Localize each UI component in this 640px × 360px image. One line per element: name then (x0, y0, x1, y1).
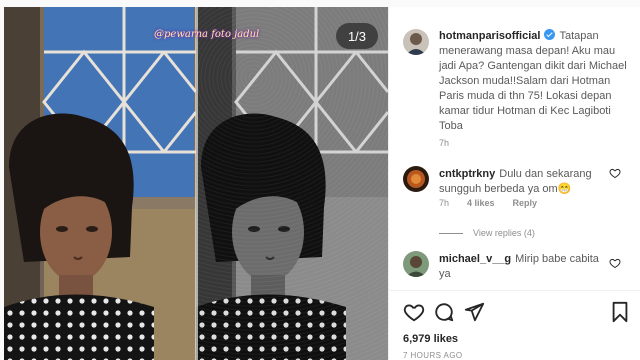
bookmark-icon[interactable] (609, 301, 631, 323)
post-timestamp: 7 HOURS AGO (403, 351, 463, 360)
comment-like-heart-icon[interactable] (609, 167, 621, 179)
comment-meta: 7h 4 likes Reply (439, 198, 537, 208)
photo-colorized (4, 7, 196, 360)
share-icon[interactable] (463, 301, 485, 323)
post-caption: hotmanparisofficial Tatapan menerawang ma… (439, 29, 629, 134)
comment-icon[interactable] (433, 301, 455, 323)
carousel-counter: 1/3 (336, 23, 378, 49)
photo-divider (195, 7, 198, 360)
comment-like-heart-icon[interactable] (609, 257, 621, 269)
comments-panel: hotmanparisofficial Tatapan menerawang ma… (388, 7, 640, 360)
post-actions: 6,979 likes 7 HOURS AGO (389, 290, 640, 360)
commenter-avatar[interactable] (403, 251, 429, 277)
comment-username[interactable]: cntkptrkny (439, 168, 495, 180)
author-username[interactable]: hotmanparisofficial (439, 30, 540, 42)
verified-badge-icon (544, 29, 556, 40)
caption-time[interactable]: 7h (439, 138, 449, 148)
author-avatar[interactable] (403, 29, 429, 55)
comment-username[interactable]: michael_v__g (439, 253, 511, 265)
caption-text: Tatapan menerawang masa depan! Aku mau j… (439, 30, 627, 132)
replies-dash (439, 232, 463, 234)
comment-likes[interactable]: 4 likes (467, 198, 495, 208)
comment-item: cntkptrkny Dulu dan sekarang sungguh berb… (439, 167, 609, 197)
comment-item: michael_v__g Mirip babe cabita ya (439, 252, 609, 282)
likes-count[interactable]: 6,979 likes (403, 333, 458, 345)
screenshot-frame: @pewarna foto jadul 1/3 hotmanparisoffic… (0, 0, 640, 360)
photo-original (196, 7, 388, 360)
post-media[interactable]: @pewarna foto jadul 1/3 (4, 7, 388, 360)
view-replies-label: View replies (4) (473, 228, 535, 238)
watermark-text: @pewarna foto jadul (154, 29, 260, 40)
heart-icon[interactable] (403, 301, 425, 323)
view-replies-link[interactable]: View replies (4) (439, 228, 535, 238)
commenter-avatar[interactable] (403, 166, 429, 192)
reply-link[interactable]: Reply (513, 198, 538, 208)
comment-time[interactable]: 7h (439, 198, 449, 208)
